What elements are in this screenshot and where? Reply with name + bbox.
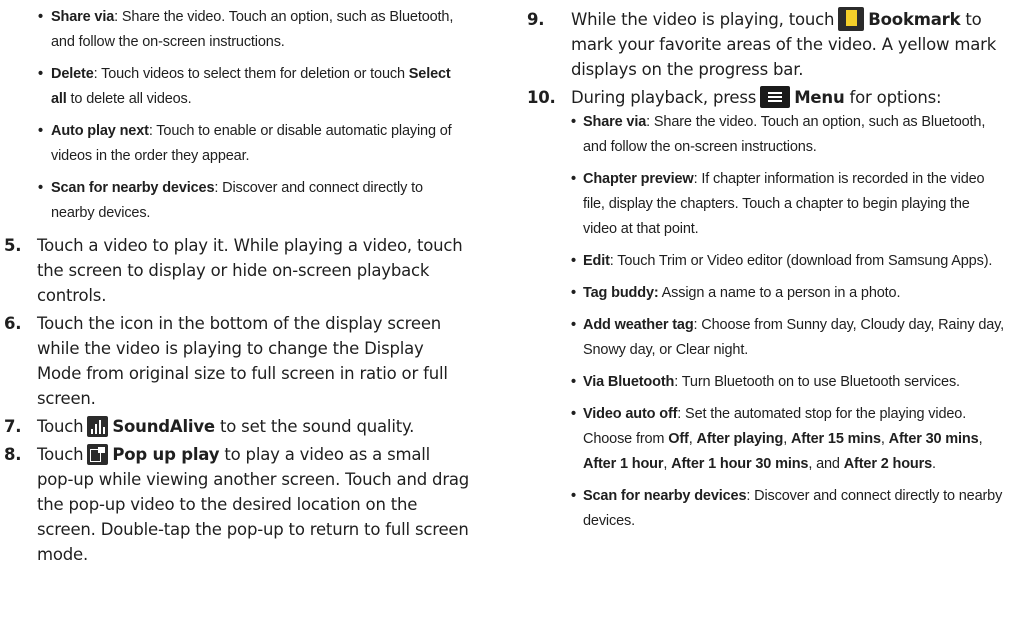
- term: Tag buddy:: [583, 285, 659, 301]
- description: to delete all videos.: [66, 91, 192, 107]
- option-after-30-mins: After 30 mins: [888, 431, 979, 447]
- step-number: 9.: [527, 10, 545, 29]
- step-text: Touch the icon in the bottom of the disp…: [37, 314, 448, 408]
- option-off: Off: [668, 431, 689, 447]
- option-after-1-hour-30-mins: After 1 hour 30 mins: [671, 456, 809, 472]
- term: Pop up play: [112, 445, 220, 464]
- term: Delete: [51, 66, 94, 82]
- step-number: 5.: [4, 236, 22, 255]
- list-item: • Add weather tag: Choose from Sunny day,…: [525, 313, 1005, 363]
- step-number: 7.: [4, 417, 22, 436]
- separator: ,: [663, 456, 672, 472]
- step-7: 7. Touch SoundAlive to set the sound quali…: [0, 414, 470, 439]
- option-after-playing: After playing: [696, 431, 784, 447]
- bullet: •: [571, 285, 576, 301]
- term: Auto play next: [51, 123, 149, 139]
- step-6: 6. Touch the icon in the bottom of the di…: [0, 311, 470, 411]
- description: : Touch Trim or Video editor (download f…: [609, 253, 993, 269]
- option-after-15-mins: After 15 mins: [790, 431, 881, 447]
- term: Scan for nearby devices: [583, 488, 747, 504]
- list-item: • Tag buddy: Assign a name to a person in…: [525, 281, 1005, 306]
- menu-icon: [760, 86, 791, 108]
- term: SoundAlive: [112, 417, 215, 436]
- bullet: •: [38, 66, 43, 82]
- step-text: Touch: [37, 417, 84, 436]
- term: Edit: [583, 253, 610, 269]
- step-number: 10.: [527, 88, 556, 107]
- list-item: • Share via: Share the video. Touch an op…: [0, 5, 470, 55]
- step-number: 8.: [4, 445, 22, 464]
- bullet: •: [38, 180, 43, 196]
- term: Menu: [794, 88, 845, 107]
- separator: .: [932, 456, 936, 472]
- right-column: 9. While the video is playing, touch Bookm…: [525, 7, 1005, 541]
- term: Bookmark: [868, 10, 961, 29]
- description: : Turn Bluetooth on to use Bluetooth ser…: [674, 374, 960, 390]
- description: : Touch videos to select them for deleti…: [93, 66, 409, 82]
- description: Assign a name to a person in a photo.: [658, 285, 901, 301]
- step-text: for options:: [844, 88, 942, 107]
- list-item: • Scan for nearby devices: Discover and c…: [525, 484, 1005, 534]
- bullet: •: [571, 488, 576, 504]
- list-item: • Delete: Touch videos to select them for…: [0, 62, 470, 112]
- option-after-2-hours: After 2 hours: [843, 456, 933, 472]
- bookmark-icon: [838, 7, 865, 31]
- option-after-1-hour: After 1 hour: [583, 456, 664, 472]
- separator: , and: [808, 456, 844, 472]
- term: Via Bluetooth: [583, 374, 675, 390]
- popup-play-icon: [87, 444, 109, 465]
- step-9: 9. While the video is playing, touch Bookm…: [525, 7, 1005, 82]
- bullet: •: [571, 253, 576, 269]
- bullet: •: [571, 317, 576, 333]
- step-5: 5. Touch a video to play it. While playin…: [0, 233, 470, 308]
- step-text: During playback, press: [571, 88, 757, 107]
- bullet: •: [38, 123, 43, 139]
- term: Share via: [51, 9, 115, 25]
- list-item: • Auto play next: Touch to enable or disa…: [0, 119, 470, 169]
- step-number: 6.: [4, 314, 22, 333]
- term: Video auto off: [583, 406, 678, 422]
- term: Chapter preview: [583, 171, 694, 187]
- step-text: Touch: [37, 445, 84, 464]
- list-item: • Edit: Touch Trim or Video editor (downl…: [525, 249, 1005, 274]
- left-column: • Share via: Share the video. Touch an op…: [0, 5, 470, 570]
- step-text: While the video is playing, touch: [571, 10, 835, 29]
- list-item: • Via Bluetooth: Turn Bluetooth on to use…: [525, 370, 1005, 395]
- bullet: •: [571, 374, 576, 390]
- step-text: Touch a video to play it. While playing …: [37, 236, 463, 305]
- separator: ,: [783, 431, 791, 447]
- list-item: • Video auto off: Set the automated stop …: [525, 402, 1005, 477]
- term: Add weather tag: [583, 317, 694, 333]
- list-item: • Chapter preview: If chapter information…: [525, 167, 1005, 242]
- step-8: 8. Touch Pop up play to play a video as a …: [0, 442, 470, 567]
- bullet: •: [571, 114, 576, 130]
- list-item: • Scan for nearby devices: Discover and c…: [0, 176, 470, 226]
- soundalive-icon: [87, 416, 109, 437]
- term: Share via: [583, 114, 647, 130]
- step-text: to set the sound quality.: [214, 417, 415, 436]
- step-10: 10. During playback, press Menu for option…: [525, 85, 1005, 110]
- bullet: •: [38, 9, 43, 25]
- term: Scan for nearby devices: [51, 180, 215, 196]
- separator: ,: [880, 431, 889, 447]
- separator: ,: [688, 431, 697, 447]
- separator: ,: [978, 431, 983, 447]
- list-item: • Share via: Share the video. Touch an op…: [525, 110, 1005, 160]
- bullet: •: [571, 406, 576, 422]
- bullet: •: [571, 171, 576, 187]
